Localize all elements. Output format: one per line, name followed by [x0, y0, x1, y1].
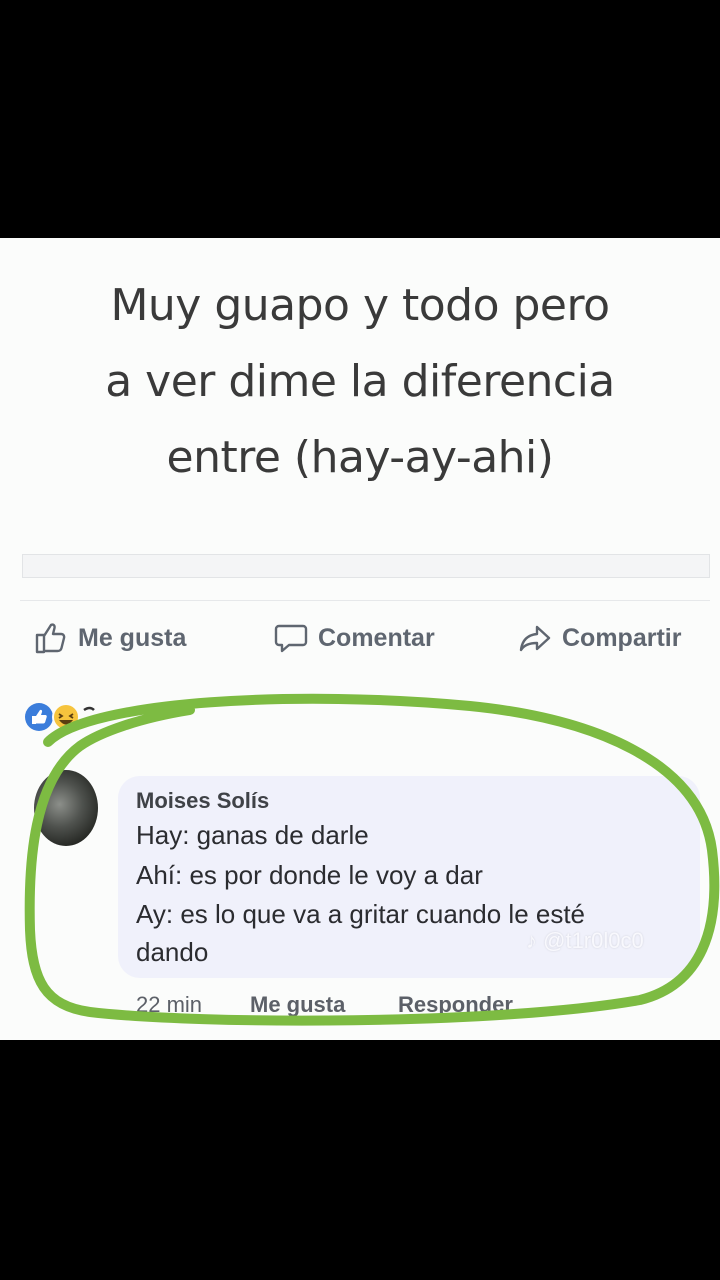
- avatar[interactable]: [34, 770, 98, 846]
- comment-button[interactable]: Comentar: [274, 618, 435, 658]
- thumbs-up-icon: [34, 621, 68, 655]
- like-button[interactable]: Me gusta: [34, 618, 186, 658]
- comment-label: Comentar: [318, 623, 435, 652]
- post-card: Muy guapo y todo pero a ver dime la dife…: [0, 238, 720, 1040]
- comment-time: 22 min: [136, 992, 203, 1017]
- post-text-line: entre (hay-ay-ahi): [166, 432, 554, 483]
- comment-bubble: Moises Solís Hay: ganas de darle Ahí: es…: [118, 776, 700, 978]
- share-button[interactable]: Compartir: [518, 618, 681, 658]
- share-arrow-icon: [518, 621, 552, 655]
- like-reaction-icon: [25, 703, 53, 731]
- comment-line: Ay: es lo que va a gritar cuando le esté: [136, 899, 586, 929]
- comment-like-link[interactable]: Me gusta: [250, 992, 345, 1018]
- watermark-handle: @t1r0l0c0: [543, 928, 644, 953]
- share-label: Compartir: [562, 623, 682, 652]
- comment-reply-link[interactable]: Responder: [398, 992, 513, 1018]
- comment-line: Hay: ganas de darle: [136, 820, 369, 850]
- post-text: Muy guapo y todo pero a ver dime la dife…: [20, 268, 700, 496]
- post-text-line: Muy guapo y todo pero: [110, 280, 610, 331]
- action-bar: Me gusta Comentar Compartir: [0, 614, 720, 662]
- tiktok-icon: ♪: [526, 928, 537, 953]
- haha-reaction-icon: [52, 703, 80, 731]
- comment-author[interactable]: Moises Solís: [136, 788, 269, 814]
- watermark: ♪ @t1r0l0c0: [526, 928, 644, 954]
- speech-bubble-icon: [274, 621, 308, 655]
- reaction-summary[interactable]: [22, 700, 112, 734]
- like-label: Me gusta: [78, 623, 187, 652]
- post-text-line: a ver dime la diferencia: [105, 356, 615, 407]
- divider: [20, 600, 710, 601]
- link-preview-bar: [22, 554, 710, 578]
- comment-line: dando: [136, 937, 209, 967]
- comment-meta: 22 min Me gusta Responder: [0, 990, 720, 1024]
- comment-line: Ahí: es por donde le voy a dar: [136, 860, 483, 890]
